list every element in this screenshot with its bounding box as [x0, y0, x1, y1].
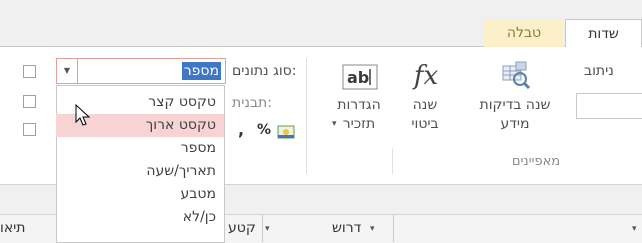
dropdown-option-yes-no[interactable]: כן/לא	[56, 206, 224, 229]
datatype-label: סוג נתונים:	[232, 63, 297, 79]
dropdown-arrow-icon[interactable]: ▼	[57, 59, 78, 83]
test-data-label: שנה בדיקות	[479, 97, 551, 113]
test-data-label-2: מידע	[500, 116, 530, 132]
test-validation-icon[interactable]	[499, 60, 533, 90]
svg-text:ab: ab	[347, 68, 369, 87]
column-header-text[interactable]: קטע	[228, 214, 256, 242]
tab-fields[interactable]: שדות	[565, 19, 642, 47]
column-header-description[interactable]: תיאו	[0, 214, 26, 242]
fx-icon[interactable]: fx	[408, 60, 444, 92]
dropdown-option-currency[interactable]: מטבע	[56, 183, 224, 206]
percent-format-button[interactable]: %	[257, 122, 271, 138]
dropdown-option-datetime[interactable]: תאריך/שעה	[56, 160, 224, 183]
memo-settings-label-2: תזכיר	[342, 116, 376, 132]
memo-settings-label: הגדרות	[337, 97, 381, 113]
comma-format-button[interactable]: ,	[238, 120, 244, 139]
column-separator	[393, 214, 394, 242]
tab-table[interactable]: טבלה	[484, 19, 564, 47]
ab-textbox-icon[interactable]: ab	[340, 62, 380, 92]
checkbox-1[interactable]	[23, 65, 36, 78]
mouse-cursor-icon	[74, 103, 92, 128]
change-expression-label: שנה	[412, 97, 438, 113]
properties-group-label: מאפיינים	[511, 154, 561, 169]
change-expression-label-2: ביטוי	[411, 116, 439, 132]
currency-format-icon[interactable]	[276, 122, 296, 142]
group-separator	[306, 58, 307, 174]
datatype-value: מספר	[181, 62, 221, 80]
column-edge-arrow-icon[interactable]: ▾	[632, 224, 637, 234]
partial-input-box[interactable]	[576, 93, 642, 119]
column-text-arrow-icon[interactable]: ▾	[265, 224, 270, 234]
column-required-arrow-icon[interactable]: ▾	[370, 224, 375, 234]
memo-dropdown-arrow-icon[interactable]: ▾	[332, 119, 337, 129]
checkbox-3[interactable]	[23, 123, 36, 136]
column-header-required[interactable]: דרוש	[332, 214, 361, 242]
datatype-select[interactable]: ▼ מספר	[56, 58, 226, 84]
format-label: תבנית:	[232, 95, 272, 111]
checkbox-2[interactable]	[23, 95, 36, 108]
dropdown-option-number[interactable]: מספר	[56, 137, 224, 160]
column-separator	[262, 214, 263, 242]
subgroup-separator	[392, 148, 393, 174]
ribbon-partial-label: ניתוב	[584, 63, 614, 79]
